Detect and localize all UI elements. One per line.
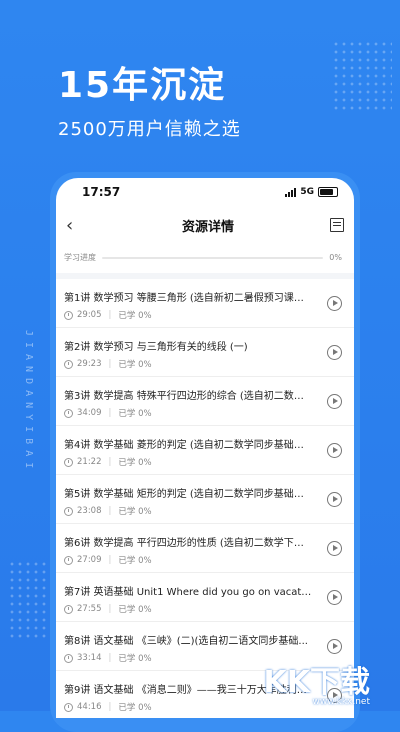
lesson-meta: 21:22 | 已学 0% (64, 456, 152, 468)
list-item[interactable]: 第4讲 数学基础 菱形的判定 (选自初二数学同步基础下... 21:22 | 已学 0… (56, 426, 354, 475)
lesson-duration: 33:14 (77, 653, 102, 663)
lesson-learned: 已学 0% (118, 556, 152, 566)
lesson-learned: 已学 0% (118, 703, 152, 713)
lesson-duration: 27:55 (77, 604, 102, 614)
progress-label: 学习进度 (64, 253, 96, 262)
lesson-duration: 27:09 (77, 555, 102, 565)
list-item[interactable]: 第1讲 数学预习 等腰三角形 (选自新初二暑假预习课程... 29:05 | 已学 0… (56, 279, 354, 328)
lesson-meta: 23:08 | 已学 0% (64, 505, 152, 517)
lesson-title: 第5讲 数学基础 矩形的判定 (选自初二数学同步基础下... (64, 489, 312, 500)
play-icon[interactable] (327, 345, 342, 360)
list-item[interactable]: 第6讲 数学提高 平行四边形的性质 (选自初二数学下学... 27:09 | 已学 0… (56, 524, 354, 573)
lesson-meta: 34:09 | 已学 0% (64, 407, 152, 419)
lesson-title: 第8讲 语文基础 《三峡》(二)(选自初二语文同步基础... (64, 636, 308, 647)
play-icon[interactable] (327, 541, 342, 556)
battery-icon (318, 187, 338, 197)
signal-icon (285, 187, 297, 197)
clock-icon (64, 457, 73, 467)
play-icon[interactable] (327, 394, 342, 409)
meta-divider: | (108, 604, 112, 614)
clock-icon (64, 555, 73, 565)
meta-divider: | (108, 653, 112, 663)
watermark-main: KK下载 (263, 665, 371, 700)
lesson-title: 第1讲 数学预习 等腰三角形 (选自新初二暑假预习课程... (64, 293, 312, 304)
watermark: KK下载 www.kkx.net (263, 657, 371, 707)
lesson-meta: 27:55 | 已学 0% (64, 603, 152, 615)
lesson-duration: 29:23 (77, 359, 102, 369)
lesson-duration: 23:08 (77, 506, 102, 516)
lesson-learned: 已学 0% (118, 458, 152, 468)
watermark-sub: www.kkx.net (312, 697, 371, 707)
play-icon[interactable] (327, 296, 342, 311)
clock-icon (64, 310, 73, 320)
clock-icon (64, 702, 73, 712)
progress-value: 0% (329, 253, 342, 262)
meta-divider: | (108, 506, 112, 516)
dot-pattern-bottom (8, 560, 48, 640)
meta-divider: | (108, 457, 112, 467)
status-time: 17:57 (82, 185, 121, 199)
phone-screen: 17:57 5G ‹ 资源详情 学习进度 0% 第1讲 数学预习 等腰三角形 (… (56, 178, 354, 718)
meta-divider: | (108, 310, 112, 320)
lesson-duration: 29:05 (77, 310, 102, 320)
lesson-learned: 已学 0% (118, 605, 152, 615)
play-icon[interactable] (327, 492, 342, 507)
lesson-duration: 34:09 (77, 408, 102, 418)
lesson-meta: 33:14 | 已学 0% (64, 652, 152, 664)
lesson-title: 第6讲 数学提高 平行四边形的性质 (选自初二数学下学... (64, 538, 312, 549)
play-icon[interactable] (327, 590, 342, 605)
clock-icon (64, 359, 73, 369)
clock-icon (64, 604, 73, 614)
play-icon[interactable] (327, 639, 342, 654)
lesson-learned: 已学 0% (118, 654, 152, 664)
lesson-learned: 已学 0% (118, 360, 152, 370)
status-bar: 17:57 5G (56, 178, 354, 206)
chevron-left-icon[interactable]: ‹ (66, 215, 86, 236)
lesson-title: 第7讲 英语基础 Unit1 Where did you go on vacat… (64, 587, 312, 598)
lesson-meta: 44:16 | 已学 0% (64, 701, 152, 713)
meta-divider: | (108, 408, 112, 418)
page-title: 资源详情 (181, 219, 234, 235)
list-item[interactable]: 第2讲 数学预习 与三角形有关的线段 (一) 29:23 | 已学 0% (56, 328, 354, 377)
progress-bar (102, 256, 324, 259)
dot-pattern-top (332, 40, 392, 110)
lesson-meta: 29:05 | 已学 0% (64, 309, 152, 321)
lesson-learned: 已学 0% (118, 409, 152, 419)
hero-subtitle: 2500万用户信赖之选 (58, 119, 241, 140)
status-icons: 5G (285, 187, 338, 197)
document-icon[interactable] (329, 218, 344, 232)
study-progress: 学习进度 0% (56, 244, 354, 279)
clock-icon (64, 653, 73, 663)
nav-bar: ‹ 资源详情 (56, 206, 354, 244)
hero-title: 15年沉淀 (58, 65, 227, 106)
lesson-learned: 已学 0% (118, 507, 152, 517)
list-item[interactable]: 第5讲 数学基础 矩形的判定 (选自初二数学同步基础下... 23:08 | 已学 0… (56, 475, 354, 524)
lesson-learned: 已学 0% (118, 311, 152, 321)
lesson-meta: 29:23 | 已学 0% (64, 358, 152, 370)
lesson-title: 第4讲 数学基础 菱形的判定 (选自初二数学同步基础下... (64, 440, 312, 451)
lesson-title: 第2讲 数学预习 与三角形有关的线段 (一) (64, 342, 248, 353)
list-item[interactable]: 第7讲 英语基础 Unit1 Where did you go on vacat… (56, 573, 354, 622)
list-item[interactable]: 第3讲 数学提高 特殊平行四边形的综合 (选自初二数学... 34:09 | 已学 0… (56, 377, 354, 426)
lesson-meta: 27:09 | 已学 0% (64, 554, 152, 566)
meta-divider: | (108, 555, 112, 565)
meta-divider: | (108, 359, 112, 369)
network-label: 5G (300, 187, 314, 197)
play-icon[interactable] (327, 443, 342, 458)
clock-icon (64, 408, 73, 418)
clock-icon (64, 506, 73, 516)
lesson-duration: 21:22 (77, 457, 102, 467)
side-text: JIANDANYIBAI (23, 330, 34, 475)
lesson-title: 第3讲 数学提高 特殊平行四边形的综合 (选自初二数学... (64, 391, 312, 402)
lesson-list: 第1讲 数学预习 等腰三角形 (选自新初二暑假预习课程... 29:05 | 已学 0… (56, 279, 354, 718)
